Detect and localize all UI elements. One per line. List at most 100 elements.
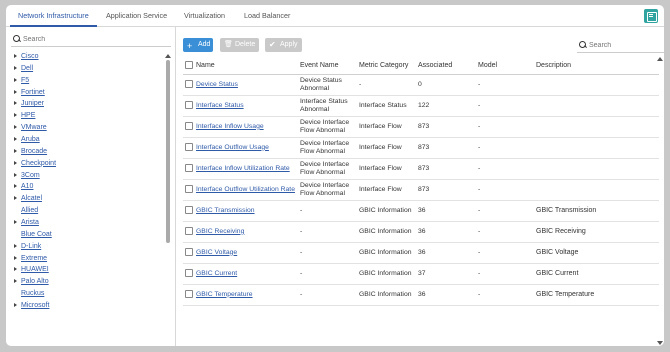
tree-item-label[interactable]: F5 (21, 77, 29, 84)
expand-arrow-icon[interactable] (14, 279, 17, 284)
table-row[interactable]: Interface Outflow Usage Device Interface … (183, 137, 659, 159)
expand-arrow-icon[interactable] (14, 65, 17, 70)
expand-arrow-icon[interactable] (14, 303, 17, 308)
rule-name-link[interactable]: Device Status (196, 81, 238, 88)
tree-item-label[interactable]: HUAWEI (21, 266, 49, 273)
scrollbar-thumb[interactable] (166, 60, 170, 243)
expand-arrow-icon[interactable] (14, 267, 17, 272)
table-search-input[interactable] (589, 40, 659, 51)
tree-item-label[interactable]: Allied (21, 207, 38, 214)
tree-item-label[interactable]: Juniper (21, 100, 44, 107)
tree-item-label[interactable]: Palo Alto (21, 278, 49, 285)
tree-item[interactable]: Allied (14, 205, 164, 217)
tree-item-label[interactable]: Cisco (21, 53, 39, 60)
scroll-down-icon[interactable] (657, 341, 663, 345)
tree-item-label[interactable]: Blue Coat (21, 231, 52, 238)
row-checkbox[interactable] (185, 164, 193, 173)
tree-item-label[interactable]: Fortinet (21, 89, 45, 96)
tree-item-label[interactable]: VMware (21, 124, 47, 131)
column-header-metric-category[interactable]: Metric Category (359, 57, 418, 75)
tab-application-service[interactable]: Application Service (98, 5, 175, 27)
tree-item-label[interactable]: HPE (21, 112, 35, 119)
table-row[interactable]: GBIC Transmission - GBIC Information 36 - GBI… (183, 200, 659, 222)
tree-item[interactable]: Alcatel (14, 193, 164, 205)
expand-arrow-icon[interactable] (14, 137, 17, 142)
rule-name-link[interactable]: Interface Inflow Utilization Rate (196, 165, 290, 172)
expand-arrow-icon[interactable] (14, 220, 17, 225)
row-checkbox[interactable] (185, 290, 193, 299)
tree-item-label[interactable]: Extreme (21, 255, 47, 262)
tree-item-label[interactable]: Alcatel (21, 195, 42, 202)
apply-button[interactable]: ✔ Apply (265, 38, 302, 52)
tree-item-label[interactable]: Dell (21, 65, 33, 72)
table-row[interactable]: GBIC Receiving - GBIC Information 36 - GBIC R… (183, 221, 659, 243)
rule-name-link[interactable]: GBIC Temperature (196, 291, 253, 298)
tree-item[interactable]: VMware (14, 122, 164, 134)
table-row[interactable]: Interface Outflow Utilization Rate Device… (183, 179, 659, 201)
tab-load-balancer[interactable]: Load Balancer (236, 5, 298, 27)
tree-item[interactable]: Aruba (14, 134, 164, 146)
row-checkbox[interactable] (185, 248, 193, 257)
add-button[interactable]: + Add (183, 38, 213, 52)
rule-name-link[interactable]: Interface Status (196, 102, 244, 109)
row-checkbox[interactable] (185, 206, 193, 215)
expand-arrow-icon[interactable] (14, 89, 17, 94)
tree-item[interactable]: Fortinet (14, 87, 164, 99)
table-scrollbar[interactable] (657, 57, 663, 345)
expand-arrow-icon[interactable] (14, 54, 17, 58)
column-header-associated[interactable]: Associated (418, 57, 478, 75)
rule-name-link[interactable]: GBIC Receiving (196, 228, 244, 235)
sidebar-search-input[interactable] (23, 34, 163, 45)
tree-item[interactable]: Juniper (14, 98, 164, 110)
sidebar-scrollbar[interactable] (165, 54, 171, 344)
column-header-description[interactable]: Description (536, 57, 659, 75)
row-checkbox[interactable] (185, 269, 193, 278)
table-row[interactable]: Device Status Device Status Abnormal - 0 - (183, 74, 659, 96)
expand-arrow-icon[interactable] (14, 243, 17, 248)
expand-arrow-icon[interactable] (14, 77, 17, 82)
tree-item-label[interactable]: A10 (21, 183, 33, 190)
tree-item-label[interactable]: Ruckus (21, 290, 44, 297)
expand-arrow-icon[interactable] (14, 184, 17, 189)
tree-item[interactable]: Extreme (14, 253, 164, 265)
tree-item[interactable]: HUAWEI (14, 264, 164, 276)
expand-arrow-icon[interactable] (14, 101, 17, 106)
select-all-checkbox[interactable] (185, 61, 193, 70)
scroll-up-icon[interactable] (165, 54, 171, 58)
export-icon[interactable] (644, 9, 658, 23)
tree-item[interactable]: Cisco (14, 51, 164, 63)
tab-network-infrastructure[interactable]: Network Infrastructure (10, 5, 97, 27)
column-header-name[interactable]: Name (196, 57, 300, 75)
expand-arrow-icon[interactable] (14, 255, 17, 260)
tree-item[interactable]: Blue Coat (14, 229, 164, 241)
rule-name-link[interactable]: GBIC Transmission (196, 207, 255, 214)
tree-item[interactable]: 3Com (14, 170, 164, 182)
delete-button[interactable]: 🗑 Delete (220, 38, 259, 52)
tree-item[interactable]: Checkpoint (14, 158, 164, 170)
row-checkbox[interactable] (185, 101, 193, 110)
table-row[interactable]: Interface Inflow Utilization Rate Device … (183, 158, 659, 180)
table-row[interactable]: GBIC Temperature - GBIC Information 36 - GBIC… (183, 284, 659, 306)
tree-item[interactable]: Ruckus (14, 288, 164, 300)
expand-arrow-icon[interactable] (14, 196, 17, 201)
row-checkbox[interactable] (185, 185, 193, 194)
rule-name-link[interactable]: Interface Inflow Usage (196, 123, 264, 130)
tree-item-label[interactable]: D-Link (21, 243, 41, 250)
expand-arrow-icon[interactable] (14, 160, 17, 165)
tab-virtualization[interactable]: Virtualization (176, 5, 233, 27)
row-checkbox[interactable] (185, 227, 193, 236)
tree-item[interactable]: D-Link (14, 241, 164, 253)
tree-item[interactable]: Arista (14, 217, 164, 229)
tree-item-label[interactable]: Aruba (21, 136, 40, 143)
column-header-event-name[interactable]: Event Name (300, 57, 359, 75)
rule-name-link[interactable]: Interface Outflow Usage (196, 144, 269, 151)
table-row[interactable]: Interface Inflow Usage Device Interface F… (183, 116, 659, 138)
tree-item[interactable]: Microsoft (14, 300, 164, 312)
tree-item[interactable]: F5 (14, 75, 164, 87)
row-checkbox[interactable] (185, 122, 193, 131)
tree-item[interactable]: Brocade (14, 146, 164, 158)
table-row[interactable]: GBIC Current - GBIC Information 37 - GBIC Cur… (183, 263, 659, 285)
tree-item[interactable]: Dell (14, 63, 164, 75)
expand-arrow-icon[interactable] (14, 113, 17, 118)
rule-name-link[interactable]: GBIC Voltage (196, 249, 237, 256)
